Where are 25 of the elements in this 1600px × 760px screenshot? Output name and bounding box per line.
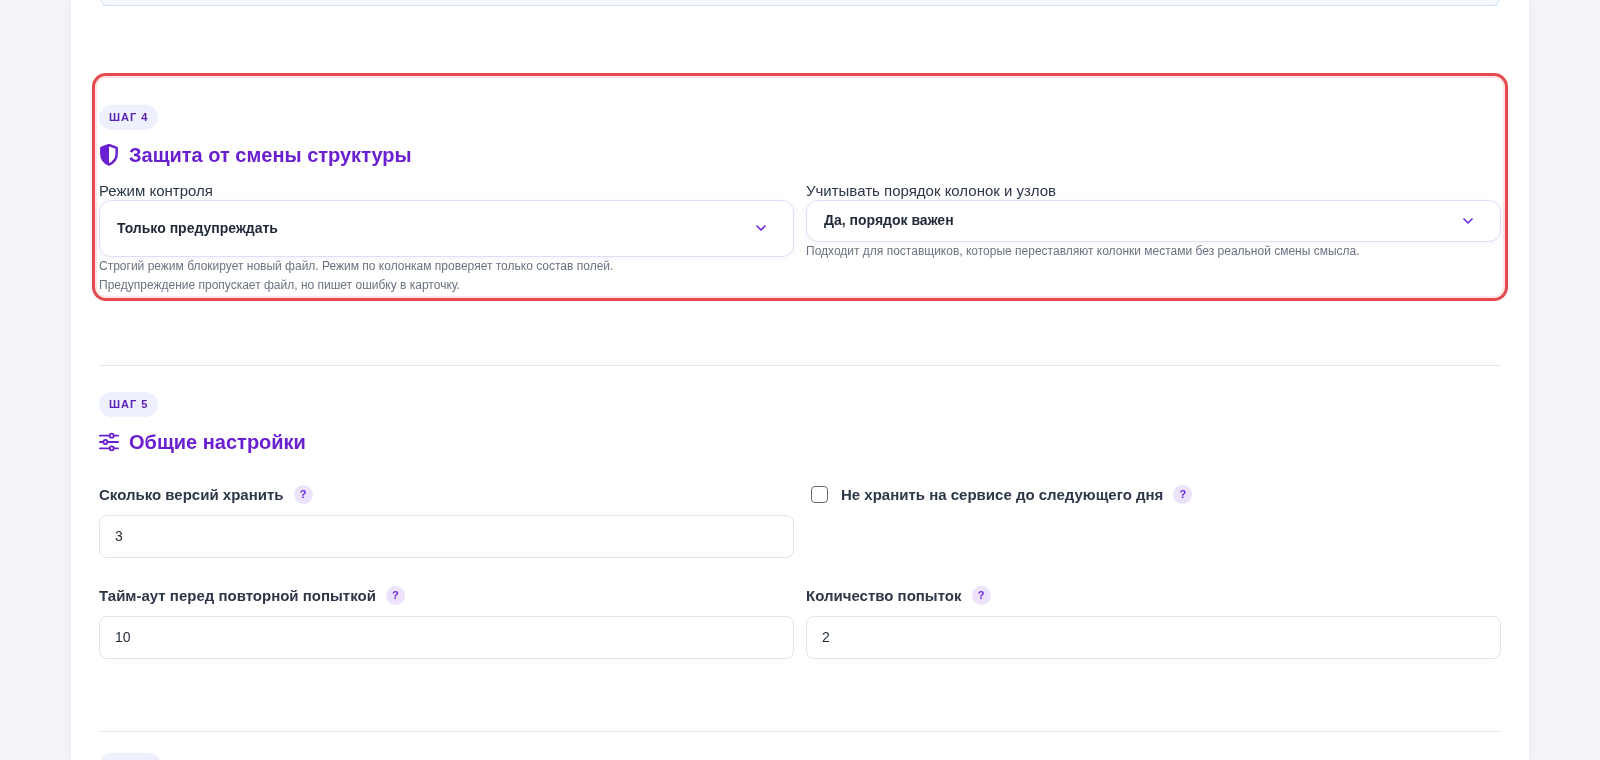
checkbox-label: Не хранить на сервисе до следующего дня — [841, 484, 1164, 505]
shield-icon — [99, 143, 119, 166]
dropdown[interactable]: Да, порядок важен — [806, 199, 1501, 242]
field-label: Режим контроля — [99, 181, 214, 200]
section-title: Общие настройки — [129, 429, 306, 455]
help-text: Подходит для поставщиков, которые переставляют колонки местами без реальной смены смысла. — [806, 242, 1361, 260]
help-tooltip-button[interactable]: ? — [293, 485, 313, 504]
field-label: Учитывать порядок колонок и узлов — [806, 181, 1057, 200]
dropdown[interactable]: Только предупреждать — [99, 199, 794, 257]
field-label: Количество попыток — [806, 585, 962, 606]
field-label: Сколько версий хранить — [99, 484, 284, 505]
step-badge: ШАГ 5 — [99, 391, 159, 417]
help-text: Предупреждение пропускает файл, но пишет ошибку в карточку. — [99, 276, 461, 294]
number-input[interactable]: 2 — [806, 615, 1501, 659]
help-tooltip-button[interactable]: ? — [971, 586, 991, 605]
section-title: Защита от смены структуры — [129, 142, 412, 168]
sliders-icon — [99, 431, 119, 452]
field-label: Тайм-аут перед повторной попыткой — [99, 585, 376, 606]
checkbox[interactable] — [811, 486, 828, 503]
help-tooltip-button[interactable]: ? — [385, 586, 405, 605]
help-text: Строгий режим блокирует новый файл. Режим по колонкам проверяет только состав полей. — [99, 257, 615, 275]
step-badge: ШАГ 4 — [99, 104, 159, 130]
number-input[interactable]: 3 — [99, 514, 794, 558]
number-input[interactable]: 10 — [99, 615, 794, 659]
help-tooltip-button[interactable]: ? — [1173, 485, 1193, 504]
